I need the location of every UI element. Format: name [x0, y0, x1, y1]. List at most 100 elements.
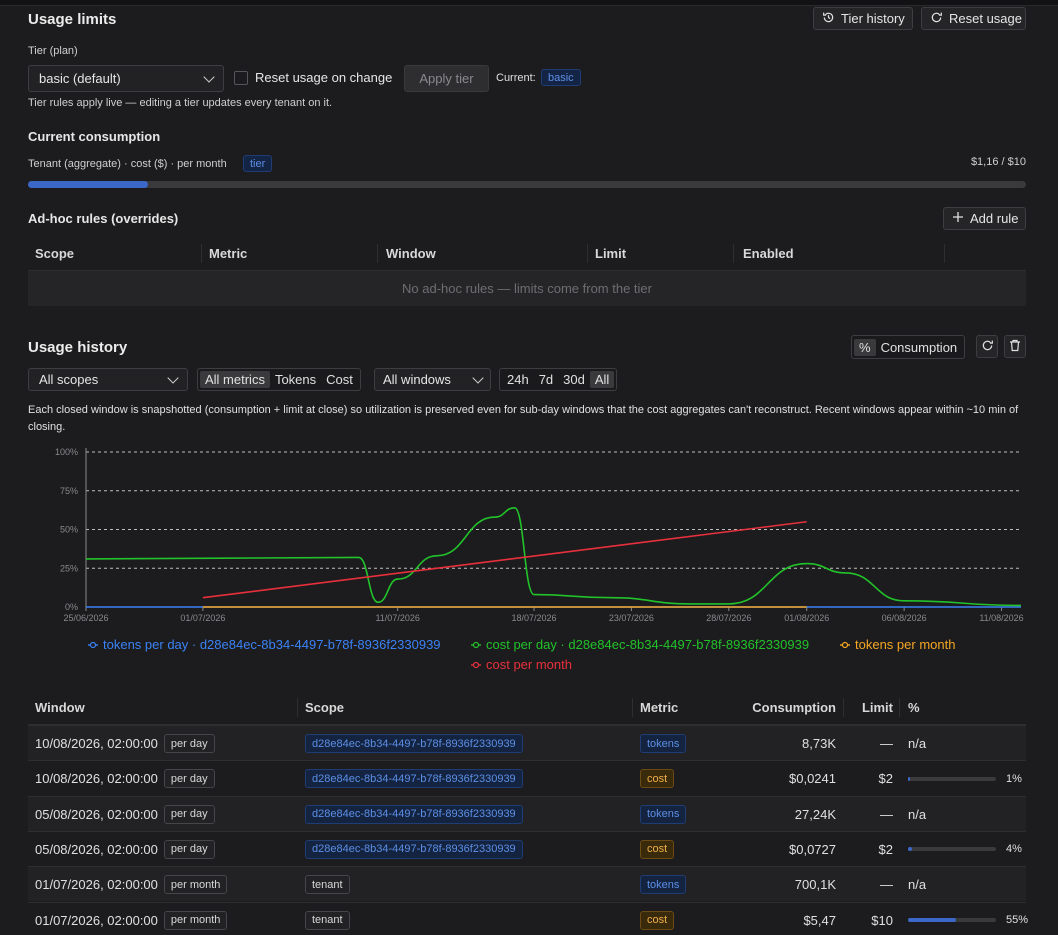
adhoc-empty-row: No ad-hoc rules — limits come from the t… — [28, 271, 1026, 306]
window-date: 10/08/2026, 02:00:00 — [35, 736, 158, 751]
metric-filter-cost[interactable]: Cost — [321, 371, 358, 388]
y-tick-label: 25% — [60, 563, 78, 573]
percent-bar-fill — [908, 776, 910, 781]
history-description: Each closed window is snapshotted (consu… — [28, 404, 1019, 433]
window-date: 01/07/2026, 02:00:00 — [35, 912, 158, 928]
reset-on-change-checkbox[interactable] — [234, 71, 248, 85]
tier-select[interactable]: basic (default) — [28, 65, 224, 92]
scope-badge: d28e84ec-8b34-4497-b78f-8936f2330939 — [305, 804, 523, 824]
percent-cell: n/a — [908, 726, 926, 761]
consumption-tier-badge: tier — [243, 155, 273, 172]
window-filter-select[interactable]: All windows — [374, 368, 491, 391]
consumption-value: 8,73K — [802, 736, 836, 751]
range-30d[interactable]: 30d — [558, 371, 590, 388]
percent-cell: 4% — [908, 832, 1022, 867]
metric-badge: cost — [640, 769, 675, 789]
current-tier-badge: basic — [541, 69, 581, 86]
scope-filter-select[interactable]: All scopes — [28, 368, 188, 391]
scope-cell: d28e84ec-8b34-4497-b78f-8936f2330939 — [305, 832, 523, 867]
metric-cell: tokens — [640, 797, 687, 832]
metric-cell: tokens — [640, 726, 687, 761]
limit-value: $10 — [871, 912, 893, 928]
limit-value: — — [880, 806, 893, 822]
col-divider — [899, 698, 900, 717]
view-toggle-consumption[interactable]: Consumption — [876, 339, 963, 356]
add-rule-label: Add rule — [970, 211, 1019, 226]
refresh-history-button[interactable] — [976, 335, 998, 358]
x-tick-label: 11/07/2026 — [375, 613, 419, 623]
consumption-value: 27,24K — [794, 806, 836, 822]
history-col-metric: Metric — [640, 699, 679, 715]
usage-limits-title: Usage limits — [28, 11, 117, 28]
range-7d[interactable]: 7d — [534, 371, 558, 388]
period-badge: per day — [163, 769, 215, 789]
adhoc-rules-title: Ad-hoc rules (overrides) — [28, 211, 179, 226]
percent-text: 1% — [1006, 772, 1022, 785]
limit-value: $2 — [878, 771, 893, 787]
x-tick-label: 23/07/2026 — [609, 613, 654, 623]
scope-filter-value: All scopes — [39, 372, 99, 387]
percent-text: 4% — [1006, 843, 1022, 856]
percent-bar — [908, 918, 996, 922]
window-date: 05/08/2026, 02:00:00 — [35, 806, 158, 822]
col-divider — [944, 244, 945, 263]
window-cell: 10/08/2026, 02:00:00 per day — [35, 761, 215, 796]
percent-text: n/a — [908, 877, 927, 893]
window-date: 05/08/2026, 02:00:00 — [35, 841, 158, 857]
legend-marker — [841, 641, 849, 649]
percent-cell: n/a — [908, 797, 926, 832]
reset-usage-button[interactable]: Reset usage — [921, 7, 1026, 30]
window-date: 01/07/2026, 02:00:00 — [35, 877, 158, 893]
chevron-down-icon — [203, 70, 215, 83]
table-row: 01/07/2026, 02:00:00 per month tenant token… — [28, 866, 1026, 902]
x-tick-label: 25/06/2026 — [63, 613, 108, 623]
add-rule-button[interactable]: Add rule — [943, 207, 1026, 230]
current-consumption-title: Current consumption — [28, 129, 161, 144]
period-badge: per day — [163, 804, 215, 824]
view-toggle-percent[interactable]: % — [854, 338, 876, 356]
delete-history-button[interactable] — [1004, 335, 1026, 358]
metric-filter-tokens[interactable]: Tokens — [270, 371, 321, 388]
history-table-header: Window Scope Metric Consumption Limit % — [28, 690, 1026, 725]
col-divider — [201, 244, 202, 263]
y-tick-label: 75% — [60, 486, 78, 496]
view-toggle: % Consumption — [851, 335, 966, 359]
tier-select-value: basic (default) — [39, 71, 121, 86]
metric-filter-all[interactable]: All metrics — [200, 371, 270, 388]
usage-history-chart: 0% 25% 50% 75% 100% 25/06/2026 01/07/2026 11/07… — [55, 447, 1024, 672]
scope-badge: tenant — [305, 875, 350, 895]
limit-value: — — [880, 877, 893, 893]
series-line — [85, 506, 1022, 607]
consumption-value: $0,0241 — [789, 771, 836, 787]
scope-cell: d28e84ec-8b34-4497-b78f-8936f2330939 — [305, 797, 523, 832]
table-row: 05/08/2026, 02:00:00 per day d28e84ec-8b34… — [28, 795, 1026, 832]
range-all[interactable]: All — [589, 371, 615, 388]
period-badge: per month — [163, 875, 228, 895]
adhoc-col-scope: Scope — [35, 245, 75, 261]
scope-badge: d28e84ec-8b34-4497-b78f-8936f2330939 — [305, 839, 523, 859]
table-row: 05/08/2026, 02:00:00 per day d28e84ec-8b34… — [28, 830, 1026, 867]
percent-text: n/a — [908, 806, 927, 822]
history-col-limit: Limit — [861, 699, 893, 715]
metric-cell: cost — [640, 832, 675, 867]
legend-label: cost per month — [486, 657, 572, 672]
limit-value: — — [880, 736, 893, 751]
history-col-scope: Scope — [305, 699, 345, 715]
series-line — [202, 520, 807, 599]
chevron-down-icon — [167, 371, 179, 384]
percent-bar — [908, 776, 996, 781]
consumption-progress-fill — [28, 181, 148, 188]
consumption-value: $0,0727 — [789, 841, 836, 857]
y-tick-label: 50% — [60, 525, 78, 535]
range-24h[interactable]: 24h — [502, 371, 534, 388]
table-row: 10/08/2026, 02:00:00 per day d28e84ec-8b34… — [28, 760, 1026, 795]
table-row: 10/08/2026, 02:00:00 per day d28e84ec-8b34… — [28, 725, 1026, 760]
scope-cell: tenant — [305, 867, 350, 902]
tier-history-button[interactable]: Tier history — [813, 7, 913, 30]
consumption-subject: Tenant (aggregate) · cost ($) · per mont… — [28, 158, 227, 170]
history-col-percent: % — [908, 699, 920, 715]
apply-tier-button[interactable]: Apply tier — [404, 65, 489, 92]
col-divider — [733, 244, 734, 263]
window-cell: 01/07/2026, 02:00:00 per month — [35, 867, 228, 902]
col-divider — [843, 698, 844, 717]
